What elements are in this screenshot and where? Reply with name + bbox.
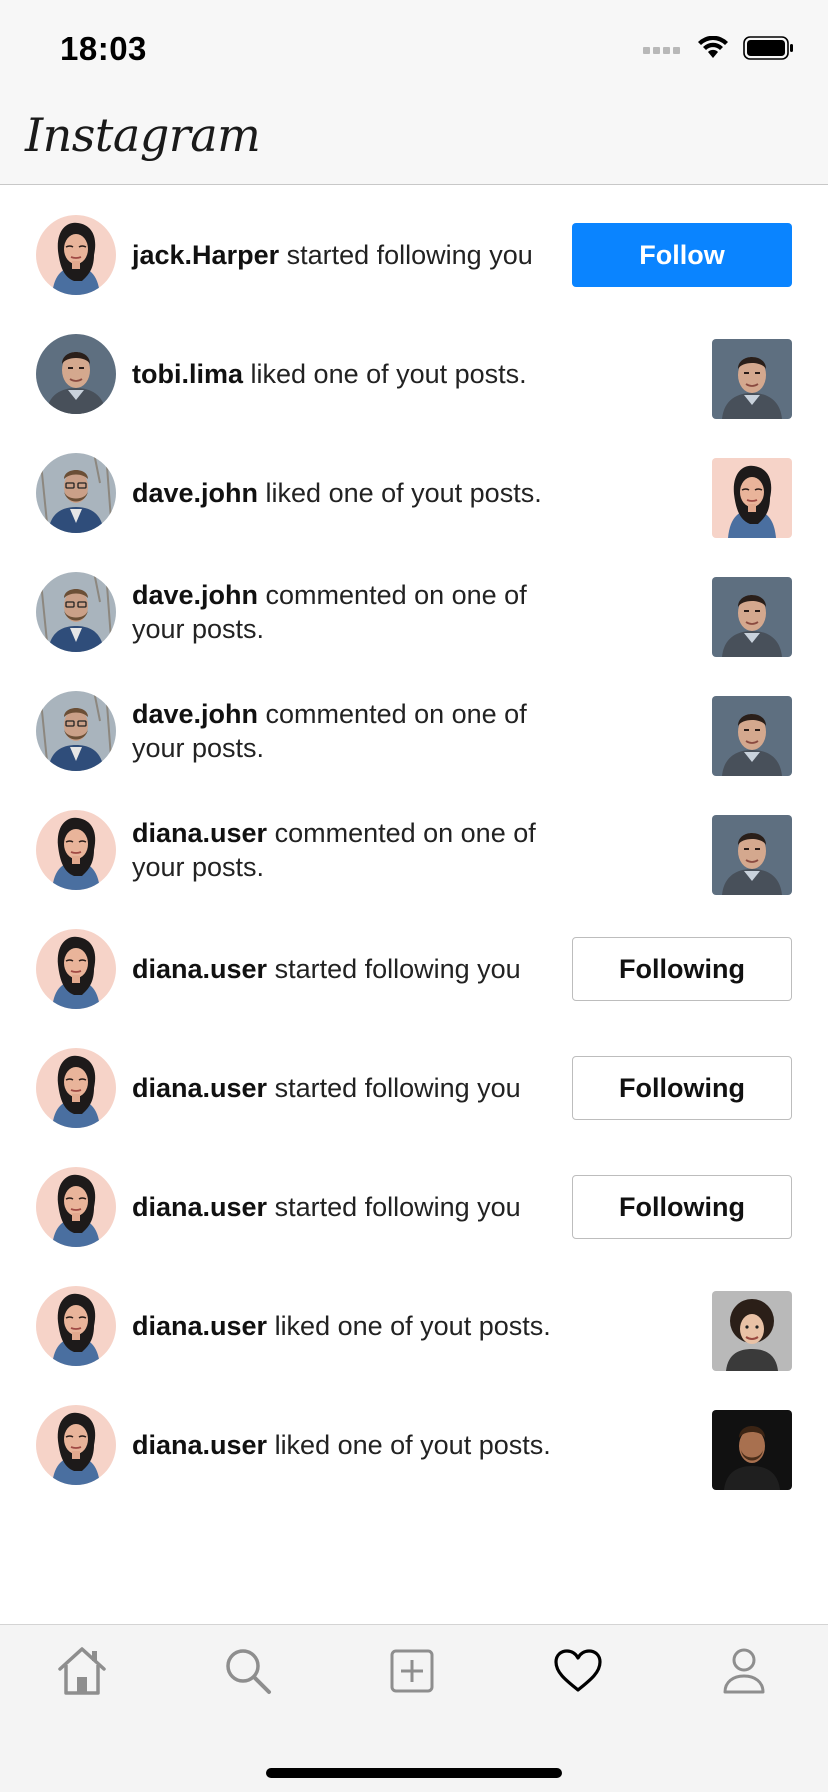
- username-link[interactable]: jack.Harper: [132, 240, 279, 270]
- search-icon: [222, 1645, 274, 1702]
- tab-search[interactable]: [218, 1643, 278, 1703]
- notification-text: dave.john liked one of yout posts.: [132, 425, 572, 561]
- post-thumbnail[interactable]: [712, 696, 792, 776]
- tab-activity[interactable]: [548, 1643, 608, 1703]
- instagram-logo: Instagram: [25, 108, 261, 162]
- wifi-icon: [697, 35, 729, 65]
- avatar[interactable]: [36, 691, 116, 771]
- following-button[interactable]: Following: [572, 1056, 792, 1120]
- status-bar: 18:03: [0, 0, 828, 100]
- notification-row[interactable]: diana.user started following you Followin…: [0, 901, 828, 1037]
- post-thumbnail[interactable]: [712, 577, 792, 657]
- add-square-icon: [389, 1648, 435, 1699]
- notification-text: dave.john commented on one of your posts…: [132, 544, 572, 680]
- notification-text: diana.user liked one of yout posts.: [132, 1377, 572, 1513]
- avatar[interactable]: [36, 1405, 116, 1485]
- notification-text: dave.john commented on one of your posts…: [132, 663, 572, 799]
- username-link[interactable]: diana.user: [132, 1192, 267, 1222]
- signal-icon: [643, 42, 683, 60]
- notification-message: started following you: [267, 1192, 521, 1222]
- notification-row[interactable]: diana.user started following you Followin…: [0, 1020, 828, 1156]
- nav-header: Instagram: [0, 100, 828, 185]
- username-link[interactable]: diana.user: [132, 1311, 267, 1341]
- post-thumbnail[interactable]: [712, 1291, 792, 1371]
- notification-row[interactable]: dave.john commented on one of your posts…: [0, 544, 828, 680]
- avatar[interactable]: [36, 334, 116, 414]
- notification-row[interactable]: jack.Harper started following you Follow: [0, 187, 828, 323]
- notification-row[interactable]: dave.john liked one of yout posts.: [0, 425, 828, 561]
- tab-add-post[interactable]: [382, 1643, 442, 1703]
- notification-message: started following you: [267, 954, 521, 984]
- home-icon: [54, 1645, 110, 1702]
- avatar[interactable]: [36, 1286, 116, 1366]
- post-thumbnail[interactable]: [712, 815, 792, 895]
- avatar[interactable]: [36, 929, 116, 1009]
- avatar[interactable]: [36, 572, 116, 652]
- notification-text: diana.user started following you: [132, 1020, 572, 1156]
- following-button[interactable]: Following: [572, 937, 792, 1001]
- notification-row[interactable]: diana.user started following you Followin…: [0, 1139, 828, 1275]
- notification-row[interactable]: diana.user liked one of yout posts.: [0, 1258, 828, 1394]
- notification-text: diana.user started following you: [132, 901, 572, 1037]
- avatar[interactable]: [36, 453, 116, 533]
- following-button[interactable]: Following: [572, 1175, 792, 1239]
- notification-row[interactable]: dave.john commented on one of your posts…: [0, 663, 828, 799]
- notification-text: diana.user commented on one of your post…: [132, 782, 572, 918]
- notification-text: diana.user liked one of yout posts.: [132, 1258, 572, 1394]
- status-icons: [643, 35, 795, 65]
- notification-message: liked one of yout posts.: [243, 359, 527, 389]
- follow-button[interactable]: Follow: [572, 223, 792, 287]
- notification-row[interactable]: tobi.lima liked one of yout posts.: [0, 306, 828, 442]
- notification-feed[interactable]: jack.Harper started following you Follow t…: [0, 186, 828, 1624]
- post-thumbnail[interactable]: [712, 458, 792, 538]
- username-link[interactable]: tobi.lima: [132, 359, 243, 389]
- profile-icon: [721, 1646, 767, 1701]
- notification-row[interactable]: diana.user liked one of yout posts.: [0, 1377, 828, 1513]
- home-indicator: [266, 1768, 562, 1778]
- username-link[interactable]: dave.john: [132, 699, 258, 729]
- notification-text: diana.user started following you: [132, 1139, 572, 1275]
- heart-icon: [553, 1648, 603, 1699]
- post-thumbnail[interactable]: [712, 1410, 792, 1490]
- notification-text: tobi.lima liked one of yout posts.: [132, 306, 572, 442]
- username-link[interactable]: dave.john: [132, 580, 258, 610]
- username-link[interactable]: diana.user: [132, 954, 267, 984]
- tab-home[interactable]: [52, 1643, 112, 1703]
- battery-icon: [743, 36, 795, 65]
- tab-profile[interactable]: [714, 1643, 774, 1703]
- username-link[interactable]: diana.user: [132, 818, 267, 848]
- notification-row[interactable]: diana.user commented on one of your post…: [0, 782, 828, 918]
- avatar[interactable]: [36, 1048, 116, 1128]
- post-thumbnail[interactable]: [712, 339, 792, 419]
- avatar[interactable]: [36, 1167, 116, 1247]
- notification-message: started following you: [279, 240, 533, 270]
- avatar[interactable]: [36, 215, 116, 295]
- notification-text: jack.Harper started following you: [132, 187, 572, 323]
- status-time: 18:03: [60, 30, 147, 67]
- notification-message: liked one of yout posts.: [267, 1311, 551, 1341]
- tab-bar: [0, 1624, 828, 1792]
- avatar[interactable]: [36, 810, 116, 890]
- notification-message: liked one of yout posts.: [258, 478, 542, 508]
- username-link[interactable]: diana.user: [132, 1073, 267, 1103]
- username-link[interactable]: dave.john: [132, 478, 258, 508]
- notification-message: started following you: [267, 1073, 521, 1103]
- username-link[interactable]: diana.user: [132, 1430, 267, 1460]
- notification-message: liked one of yout posts.: [267, 1430, 551, 1460]
